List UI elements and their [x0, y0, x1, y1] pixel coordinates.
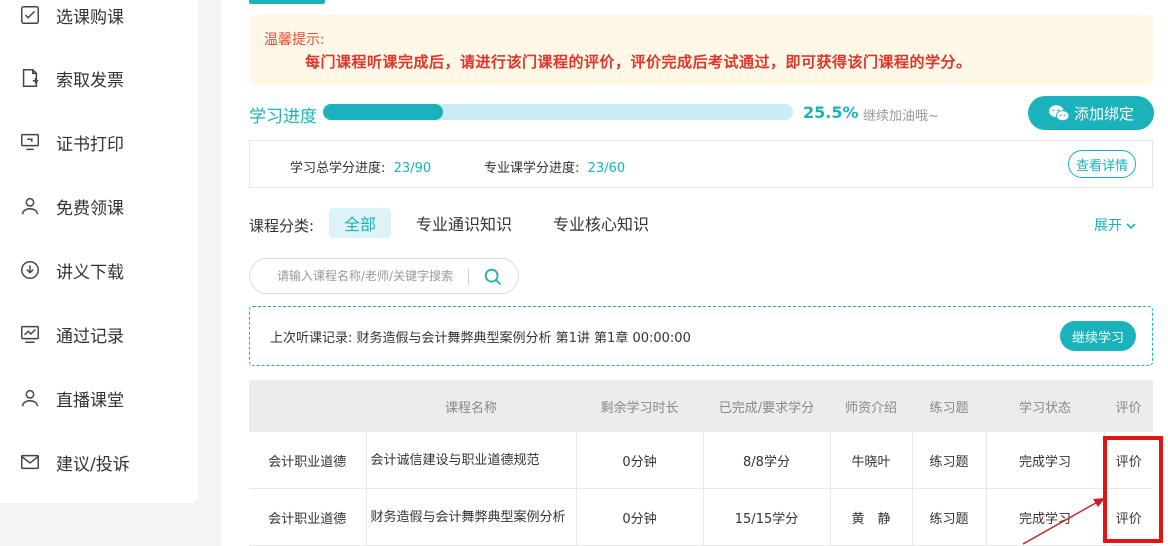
- sidebar-item-select-course[interactable]: 选课购课: [18, 0, 124, 30]
- add-binding-label: 添加绑定: [1073, 104, 1134, 123]
- search-input[interactable]: [250, 259, 462, 293]
- major-credit-label: 专业课学分进度:: [484, 161, 580, 176]
- tab-general-knowledge[interactable]: 专业通识知识: [409, 208, 519, 238]
- highlight-box: [1103, 436, 1163, 543]
- last-record-text: 上次听课记录: 财务造假与会计舞弊典型案例分析 第1讲 第1章 00:00:00: [270, 331, 691, 346]
- header-course-name: 课程名称: [366, 380, 576, 432]
- main-panel: 温馨提示: 每门课程听课完成后，请进行该门课程的评价，评价完成后考试通过，即可获…: [221, 0, 1168, 546]
- sidebar-item-invoice[interactable]: 索取发票: [18, 63, 124, 93]
- sidebar-item-records[interactable]: 通过记录: [18, 319, 124, 349]
- notice-banner: 温馨提示: 每门课程听课完成后，请进行该门课程的评价，评价完成后考试通过，即可获…: [249, 15, 1153, 85]
- major-credit-value: 23/60: [587, 161, 626, 176]
- annotation-arrow: [1022, 498, 1105, 545]
- checkbox-icon: [18, 3, 42, 27]
- sidebar-item-feedback[interactable]: 建议/投诉: [18, 447, 130, 477]
- sidebar-item-label: 免费领课: [56, 198, 124, 219]
- table-row: 会计职业道德 财务造假与会计舞弊典型案例分析 0分钟 15/15学分 黄 静 练…: [249, 488, 1153, 546]
- total-credit-value: 23/90: [393, 161, 432, 176]
- sidebar-item-label: 直播课堂: [56, 390, 124, 411]
- user-icon: [18, 194, 42, 218]
- search-icon[interactable]: [482, 266, 504, 288]
- view-details-button[interactable]: 查看详情: [1068, 150, 1136, 178]
- sidebar-item-certificate[interactable]: 证书打印: [18, 127, 124, 157]
- total-credit-progress: 学习总学分进度: 23/90: [290, 157, 431, 176]
- sidebar-item-label: 通过记录: [56, 326, 124, 347]
- expand-toggle[interactable]: 展开: [1094, 215, 1137, 235]
- progress-bar: [323, 104, 793, 120]
- sidebar-item-label: 索取发票: [56, 70, 124, 91]
- user-icon: [18, 386, 42, 410]
- header-credits: 已完成/要求学分: [703, 380, 830, 432]
- remaining-time: 0分钟: [576, 432, 704, 489]
- sidebar-item-label: 选课购课: [56, 7, 124, 28]
- progress-fill: [323, 104, 443, 120]
- progress-label: 学习进度: [249, 107, 317, 127]
- credit-completion: 8/8学分: [703, 432, 831, 489]
- add-binding-button[interactable]: 添加绑定: [1028, 96, 1154, 130]
- sidebar-item-download[interactable]: 讲义下载: [18, 255, 124, 285]
- chevron-down-icon: [1126, 223, 1137, 230]
- tab-core-knowledge[interactable]: 专业核心知识: [546, 208, 656, 238]
- table-row: 会计职业道德 会计诚信建设与职业道德规范 0分钟 8/8学分 牛晓叶 练习题 完…: [249, 432, 1153, 489]
- total-credit-label: 学习总学分进度:: [290, 161, 386, 176]
- remaining-time: 0分钟: [576, 488, 704, 546]
- monitor-icon: [18, 130, 42, 154]
- download-icon: [18, 258, 42, 282]
- expand-label: 展开: [1094, 218, 1122, 234]
- sidebar: 选课购课 索取发票 证书打印 免费领课 讲义下载 通过记录 直播课堂 建议/投诉: [0, 0, 198, 503]
- header-teacher: 师资介绍: [830, 380, 912, 432]
- mail-icon: [18, 450, 42, 474]
- search-box: [249, 258, 519, 294]
- notice-title: 温馨提示:: [264, 32, 325, 48]
- last-record-box: 上次听课记录: 财务造假与会计舞弊典型案例分析 第1讲 第1章 00:00:00…: [249, 306, 1153, 366]
- header-remaining-time: 剩余学习时长: [576, 380, 703, 432]
- teacher-link[interactable]: 黄 静: [830, 488, 913, 546]
- sidebar-item-live[interactable]: 直播课堂: [18, 383, 124, 413]
- course-category: 会计职业道德: [249, 432, 367, 489]
- invoice-icon: [18, 66, 42, 90]
- course-category: 会计职业道德: [249, 488, 367, 546]
- sidebar-item-label: 建议/投诉: [56, 454, 130, 475]
- exercises-link[interactable]: 练习题: [912, 488, 987, 546]
- header-status: 学习状态: [986, 380, 1104, 432]
- progress-tip: 继续加油哦~: [863, 109, 939, 124]
- table-header-row: 课程名称 剩余学习时长 已完成/要求学分 师资介绍 练习题 学习状态 评价: [249, 380, 1153, 432]
- continue-study-button[interactable]: 继续学习: [1060, 321, 1136, 351]
- header-exercises: 练习题: [912, 380, 986, 432]
- sidebar-item-free-course[interactable]: 免费领课: [18, 191, 124, 221]
- wechat-icon: [1048, 105, 1070, 122]
- tab-all[interactable]: 全部: [329, 208, 391, 238]
- header-category: [249, 380, 366, 432]
- progress-percent: 25.5%: [803, 103, 859, 122]
- exercises-link[interactable]: 练习题: [912, 432, 987, 489]
- course-name[interactable]: 财务造假与会计舞弊典型案例分析: [366, 488, 577, 546]
- category-label: 课程分类:: [249, 217, 315, 235]
- chart-icon: [18, 322, 42, 346]
- study-status: 完成学习: [986, 432, 1105, 489]
- course-table: 课程名称 剩余学习时长 已完成/要求学分 师资介绍 练习题 学习状态 评价 会计…: [249, 380, 1153, 546]
- header-evaluate: 评价: [1104, 380, 1153, 432]
- search-divider: [468, 269, 469, 285]
- active-tab-indicator: [249, 0, 325, 4]
- credit-completion: 15/15学分: [703, 488, 831, 546]
- major-credit-progress: 专业课学分进度: 23/60: [484, 157, 625, 176]
- course-name[interactable]: 会计诚信建设与职业道德规范: [366, 432, 577, 489]
- notice-text: 每门课程听课完成后，请进行该门课程的评价，评价完成后考试通过，即可获得该门课程的…: [305, 53, 972, 71]
- teacher-link[interactable]: 牛晓叶: [830, 432, 913, 489]
- sidebar-item-label: 讲义下载: [56, 262, 124, 283]
- sidebar-item-label: 证书打印: [56, 134, 124, 155]
- credit-progress-box: 学习总学分进度: 23/90 专业课学分进度: 23/60 查看详情: [249, 140, 1153, 188]
